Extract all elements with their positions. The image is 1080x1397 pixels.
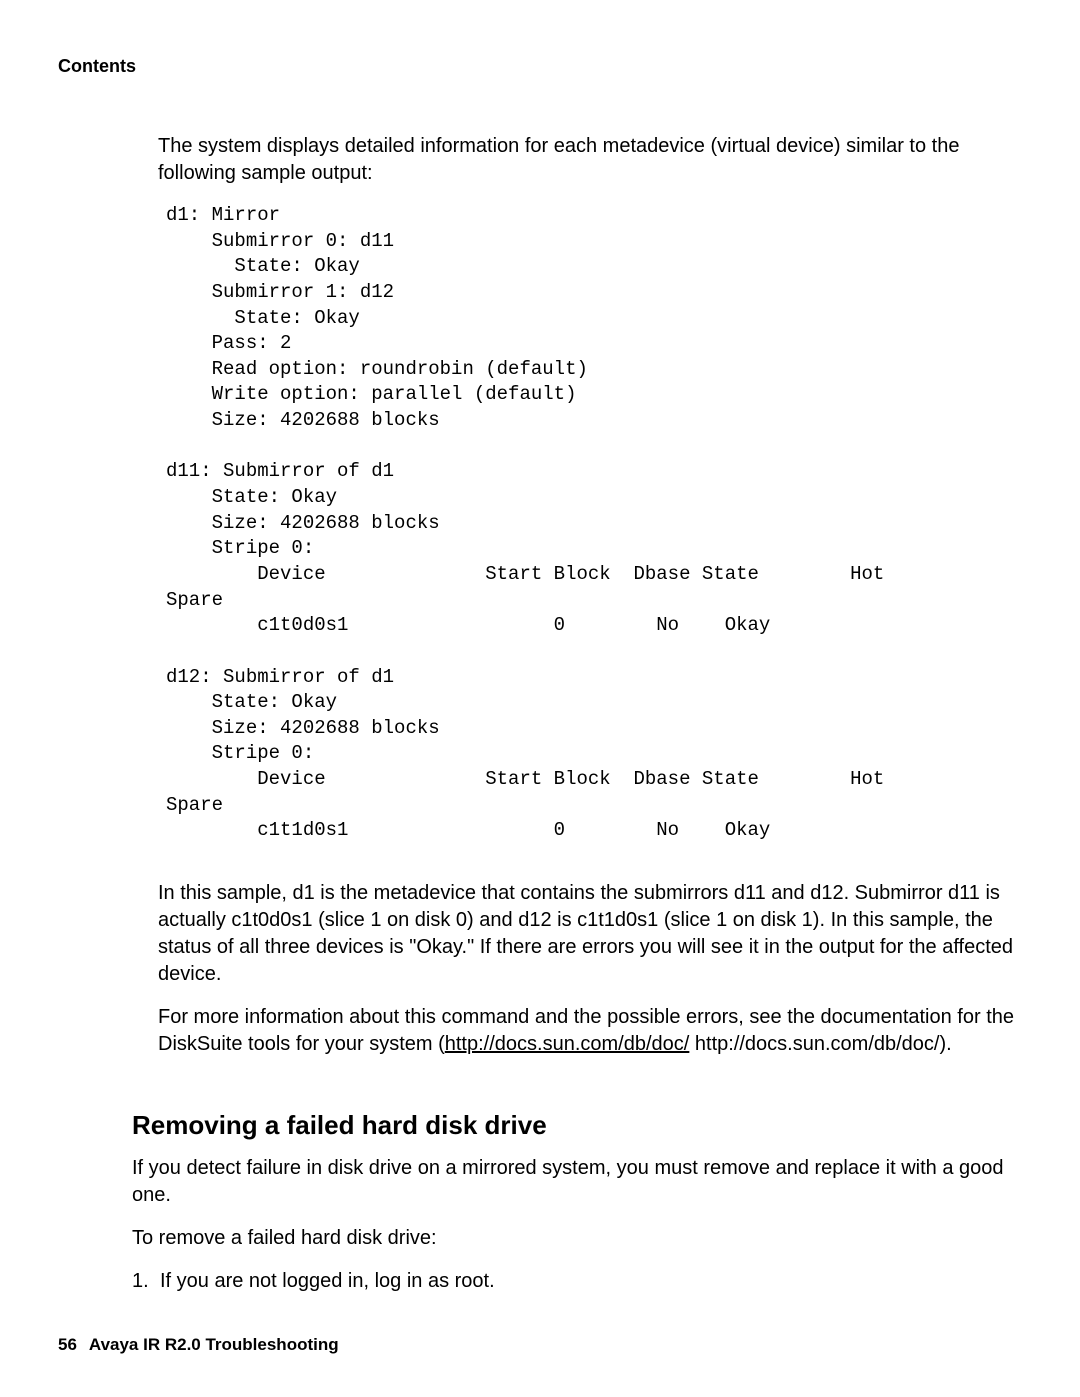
section-heading: Removing a failed hard disk drive xyxy=(132,1110,1022,1141)
body-column: The system displays detailed information… xyxy=(158,133,1022,1058)
page-number: 56 xyxy=(58,1335,77,1354)
page: Contents The system displays detailed in… xyxy=(0,0,1080,1397)
docs-link[interactable]: http://docs.sun.com/db/doc/ xyxy=(445,1033,690,1055)
code-sample: d1: Mirror Submirror 0: d11 State: Okay … xyxy=(166,203,1022,844)
page-footer: 56 Avaya IR R2.0 Troubleshooting xyxy=(58,1335,339,1355)
footer-title: Avaya IR R2.0 Troubleshooting xyxy=(89,1335,339,1354)
explanation-paragraph-1: In this sample, d1 is the metadevice tha… xyxy=(158,880,1022,988)
section-block: Removing a failed hard disk drive If you… xyxy=(132,1110,1022,1295)
section-paragraph-1: If you detect failure in disk drive on a… xyxy=(132,1155,1022,1209)
section-paragraph-2: To remove a failed hard disk drive: xyxy=(132,1225,1022,1252)
intro-paragraph: The system displays detailed information… xyxy=(158,133,1022,187)
step-1-text: If you are not logged in, log in as root… xyxy=(160,1270,495,1292)
step-1: 1.If you are not logged in, log in as ro… xyxy=(132,1268,1022,1295)
explanation-paragraph-2: For more information about this command … xyxy=(158,1004,1022,1058)
step-1-marker: 1. xyxy=(132,1268,160,1295)
contents-heading: Contents xyxy=(58,56,1022,77)
p2-post-text: http://docs.sun.com/db/doc/). xyxy=(689,1033,951,1055)
